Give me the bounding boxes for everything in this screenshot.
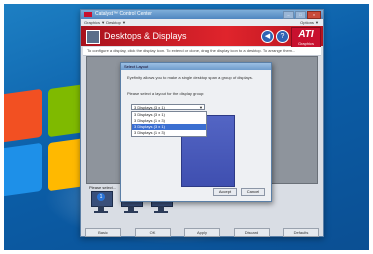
minimize-button[interactable]: – bbox=[283, 11, 294, 19]
layout-dropdown[interactable]: 3 Displays (3 x 1) ▼ bbox=[131, 104, 205, 110]
ok-button[interactable]: OK bbox=[134, 228, 171, 237]
page-title: Desktops & Displays bbox=[104, 31, 187, 41]
menu-graphics-desktop[interactable]: Graphics ▼ Desktop ▼ bbox=[84, 19, 126, 26]
basic-button[interactable]: Basic bbox=[85, 228, 121, 237]
menu-options[interactable]: Options ▼ bbox=[300, 19, 319, 26]
apply-button[interactable]: Apply bbox=[184, 228, 220, 237]
layout-options-list: 3 Displays (3 x 1) 3 Displays (1 x 3) 3 … bbox=[131, 111, 207, 137]
back-button[interactable]: ◀ bbox=[261, 30, 274, 43]
title-bar: Catalyst™ Control Center – □ × bbox=[81, 10, 323, 19]
select-layout-dialog: Select Layout Eyefinity allows you to ma… bbox=[120, 62, 272, 202]
description-text: To configure a display, click the displa… bbox=[83, 47, 321, 56]
display-number: 1 bbox=[97, 193, 105, 201]
dialog-title-bar: Select Layout bbox=[121, 63, 271, 70]
cancel-button[interactable]: Cancel bbox=[241, 188, 265, 196]
defaults-button[interactable]: Defaults bbox=[283, 228, 319, 237]
dialog-description: Eyefinity allows you to make a single de… bbox=[127, 75, 253, 80]
window-title: Catalyst™ Control Center bbox=[95, 11, 152, 17]
close-button[interactable]: × bbox=[307, 11, 321, 19]
layout-option[interactable]: 3 Displays (1 x 3) bbox=[132, 130, 206, 136]
ati-app-icon bbox=[84, 12, 92, 17]
desktops-icon bbox=[86, 30, 100, 44]
dialog-title: Select Layout bbox=[124, 64, 149, 69]
maximize-button[interactable]: □ bbox=[295, 11, 306, 19]
help-button[interactable]: ? bbox=[276, 30, 289, 43]
discard-button[interactable]: Discard bbox=[233, 228, 270, 237]
dialog-instruction: Please select a layout for the display g… bbox=[127, 91, 205, 96]
accept-button[interactable]: Accept bbox=[213, 188, 237, 196]
monitor-icon[interactable]: 1 bbox=[91, 191, 113, 215]
page-header: Desktops & Displays ◀ ? ATI Graphics bbox=[81, 26, 323, 51]
displays-label: Please select... bbox=[89, 185, 117, 190]
bottom-button-row: Basic OK Apply Discard Defaults bbox=[85, 228, 319, 237]
